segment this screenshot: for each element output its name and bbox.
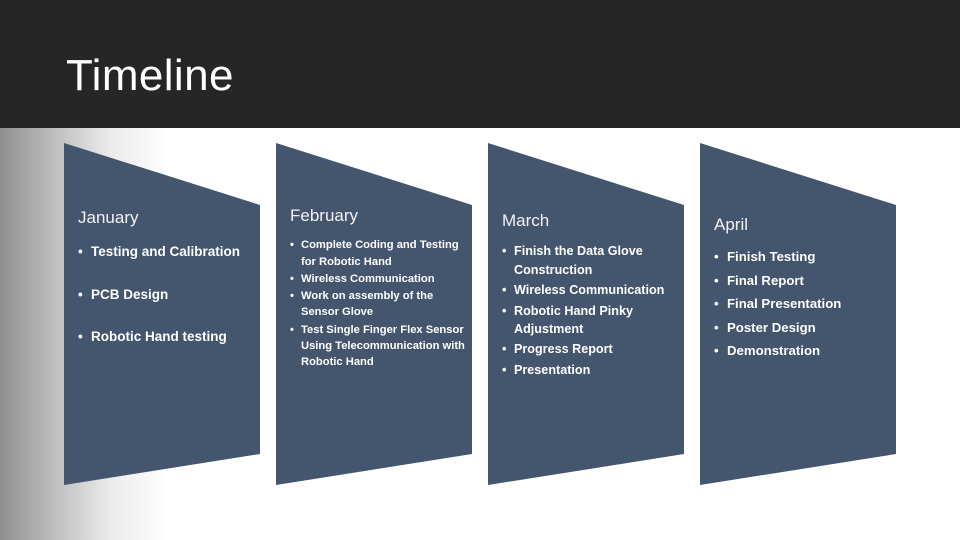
list-item: Presentation xyxy=(502,361,678,380)
column-content: February Complete Coding and Testing for… xyxy=(290,206,466,371)
column-bullet-list: Finish the Data Glove Construction Wirel… xyxy=(502,242,678,379)
list-item: PCB Design xyxy=(78,285,254,306)
list-item: Final Report xyxy=(714,270,890,292)
column-bullet-list: Testing and Calibration PCB Design Robot… xyxy=(78,242,254,348)
timeline-column-april[interactable]: April Finish Testing Final Report Final … xyxy=(700,128,896,540)
list-item: Robotic Hand Pinky Adjustment xyxy=(502,302,678,339)
column-bullet-list: Finish Testing Final Report Final Presen… xyxy=(714,246,890,361)
column-month-label: January xyxy=(78,208,139,227)
column-content: April Finish Testing Final Report Final … xyxy=(714,215,890,363)
list-item: Work on assembly of the Sensor Glove xyxy=(290,288,466,320)
column-bullet-list: Complete Coding and Testing for Robotic … xyxy=(290,237,466,370)
column-month-label: March xyxy=(502,211,550,230)
column-month-label: April xyxy=(714,215,749,234)
list-item: Final Presentation xyxy=(714,293,890,315)
timeline-column-february[interactable]: February Complete Coding and Testing for… xyxy=(276,128,472,540)
list-item: Demonstration xyxy=(714,340,890,362)
timeline-column-march[interactable]: March Finish the Data Glove Construction… xyxy=(488,128,684,540)
list-item: Finish the Data Glove Construction xyxy=(502,242,678,279)
slide-canvas: Timeline January Testing and Calibration… xyxy=(0,0,960,540)
list-item: Robotic Hand testing xyxy=(78,327,254,348)
list-item: Progress Report xyxy=(502,340,678,359)
list-item: Finish Testing xyxy=(714,246,890,268)
list-item: Testing and Calibration xyxy=(78,242,254,263)
list-item: Complete Coding and Testing for Robotic … xyxy=(290,237,466,269)
column-content: January Testing and Calibration PCB Desi… xyxy=(78,208,254,370)
page-title: Timeline xyxy=(66,51,234,100)
timeline-column-january[interactable]: January Testing and Calibration PCB Desi… xyxy=(64,128,260,540)
column-month-label: February xyxy=(290,206,359,225)
list-item: Test Single Finger Flex Sensor Using Tel… xyxy=(290,322,466,371)
list-item: Poster Design xyxy=(714,317,890,339)
column-content: March Finish the Data Glove Construction… xyxy=(502,211,678,381)
list-item: Wireless Communication xyxy=(290,271,466,287)
slide-body: January Testing and Calibration PCB Desi… xyxy=(0,128,960,540)
list-item: Wireless Communication xyxy=(502,281,678,300)
